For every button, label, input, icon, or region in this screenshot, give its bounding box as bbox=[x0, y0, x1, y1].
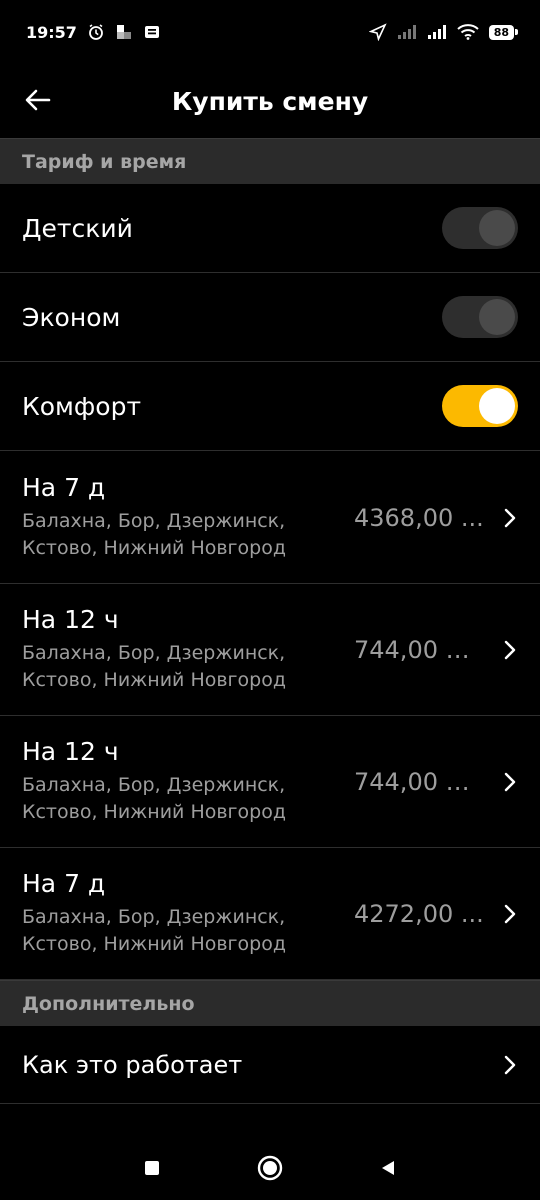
chevron-right-icon bbox=[502, 1055, 518, 1075]
shift-row[interactable]: На 7 д Балахна, Бор, Дзержинск, Кстово, … bbox=[0, 452, 540, 584]
signal-icon-2 bbox=[427, 24, 447, 40]
switch-knob bbox=[479, 388, 515, 424]
location-icon bbox=[368, 23, 387, 41]
triangle-back-icon bbox=[382, 1161, 394, 1175]
status-bar: 19:57 88 bbox=[0, 0, 540, 64]
tariff-row-komfort[interactable]: Комфорт bbox=[0, 362, 540, 451]
shift-row[interactable]: На 12 ч Балахна, Бор, Дзержинск, Кстово,… bbox=[0, 584, 540, 716]
wifi-icon bbox=[457, 24, 479, 40]
shift-price: 4368,00 ... bbox=[354, 503, 484, 532]
shift-price: 744,00 R... bbox=[354, 767, 484, 796]
system-nav-bar bbox=[0, 1136, 540, 1200]
page-title: Купить смену bbox=[171, 86, 369, 116]
tariff-label: Детский bbox=[22, 213, 133, 243]
shift-info: На 7 д Балахна, Бор, Дзержинск, Кстово, … bbox=[22, 869, 312, 958]
shift-info: На 7 д Балахна, Бор, Дзержинск, Кстово, … bbox=[22, 473, 312, 562]
app-bar: Купить смену bbox=[0, 64, 540, 138]
tariff-switch-detsky[interactable] bbox=[442, 207, 518, 249]
news-icon bbox=[143, 23, 161, 41]
chevron-right-icon bbox=[502, 772, 518, 792]
alarm-icon bbox=[87, 23, 105, 41]
shift-title: На 12 ч bbox=[22, 737, 119, 766]
shift-cities: Балахна, Бор, Дзержинск, Кстово, Нижний … bbox=[22, 774, 286, 823]
shift-cities: Балахна, Бор, Дзержинск, Кстово, Нижний … bbox=[22, 906, 286, 955]
tariff-switch-ekonom[interactable] bbox=[442, 296, 518, 338]
switch-knob bbox=[479, 299, 515, 335]
chevron-right-icon bbox=[502, 640, 518, 660]
back-nav-button[interactable] bbox=[373, 1153, 403, 1183]
back-button[interactable] bbox=[16, 78, 60, 122]
shift-row[interactable]: На 7 д Балахна, Бор, Дзержинск, Кстово, … bbox=[0, 848, 540, 980]
how-it-works-row[interactable]: Как это работает bbox=[0, 1026, 540, 1104]
chevron-right-icon bbox=[502, 904, 518, 924]
shift-row[interactable]: На 12 ч Балахна, Бор, Дзержинск, Кстово,… bbox=[0, 716, 540, 848]
shift-price: 4272,00 ... bbox=[354, 899, 484, 928]
chevron-right-icon bbox=[502, 508, 518, 528]
shift-right: 744,00 R... bbox=[354, 636, 518, 664]
shift-price: 744,00 R... bbox=[354, 635, 484, 664]
recents-button[interactable] bbox=[137, 1153, 167, 1183]
battery-icon: 88 bbox=[488, 24, 519, 40]
switch-knob bbox=[479, 210, 515, 246]
arrow-left-icon bbox=[25, 89, 51, 111]
shift-right: 4368,00 ... bbox=[354, 504, 518, 532]
shift-info: На 12 ч Балахна, Бор, Дзержинск, Кстово,… bbox=[22, 605, 312, 694]
tariff-label: Комфорт bbox=[22, 391, 142, 421]
home-button[interactable] bbox=[255, 1153, 285, 1183]
tariff-row-ekonom[interactable]: Эконом bbox=[0, 273, 540, 362]
shift-info: На 12 ч Балахна, Бор, Дзержинск, Кстово,… bbox=[22, 737, 312, 826]
tariff-switch-komfort[interactable] bbox=[442, 385, 518, 427]
shift-cities: Балахна, Бор, Дзержинск, Кстово, Нижний … bbox=[22, 510, 286, 559]
how-it-works-label: Как это работает bbox=[22, 1050, 243, 1079]
status-bar-left: 19:57 bbox=[26, 23, 161, 42]
shift-title: На 7 д bbox=[22, 473, 106, 502]
shift-title: На 7 д bbox=[22, 869, 106, 898]
status-bar-right: 88 bbox=[368, 23, 519, 41]
tariff-label: Эконом bbox=[22, 302, 121, 332]
status-time: 19:57 bbox=[26, 22, 77, 42]
section-header-extra: Дополнительно bbox=[0, 980, 540, 1026]
shift-right: 4272,00 ... bbox=[354, 900, 518, 928]
signal-icon bbox=[397, 24, 417, 40]
tariff-row-detsky[interactable]: Детский bbox=[0, 184, 540, 273]
section-header-tariff: Тариф и время bbox=[0, 138, 540, 184]
shift-right: 744,00 R... bbox=[354, 768, 518, 796]
shift-cities: Балахна, Бор, Дзержинск, Кстово, Нижний … bbox=[22, 642, 286, 691]
shift-title: На 12 ч bbox=[22, 605, 119, 634]
circle-icon bbox=[257, 1155, 283, 1181]
square-icon bbox=[145, 1161, 159, 1175]
notification-icon bbox=[115, 23, 133, 41]
